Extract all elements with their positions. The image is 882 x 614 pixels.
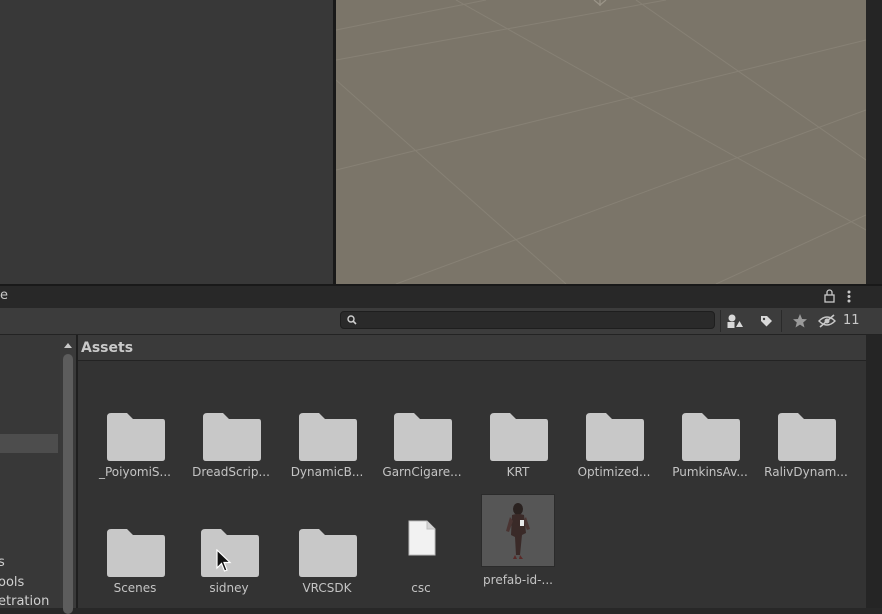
asset-label: PumkinsAv... bbox=[672, 465, 748, 479]
folder-icon bbox=[107, 529, 165, 577]
folder-tree-panel[interactable] bbox=[0, 335, 60, 608]
asset-folder[interactable]: PumkinsAv... bbox=[666, 389, 754, 489]
scene-view[interactable] bbox=[336, 0, 866, 284]
hidden-packages-count: 11 bbox=[843, 313, 860, 328]
favorites-button[interactable] bbox=[785, 310, 815, 332]
kebab-menu-icon[interactable] bbox=[842, 288, 856, 304]
folder-icon bbox=[586, 413, 644, 461]
filter-by-label-button[interactable] bbox=[751, 310, 781, 332]
folder-icon bbox=[299, 529, 357, 577]
breadcrumb-assets[interactable]: Assets bbox=[81, 340, 133, 356]
asset-label: sidney bbox=[209, 581, 249, 595]
file-icon bbox=[408, 520, 436, 556]
folder-icon bbox=[203, 413, 261, 461]
asset-folder[interactable]: GarnCigare... bbox=[378, 389, 466, 489]
tree-scrollbar-thumb[interactable] bbox=[63, 354, 73, 614]
asset-file[interactable]: csc bbox=[377, 505, 465, 605]
toolbar-separator bbox=[781, 310, 782, 332]
asset-label: VRCSDK bbox=[302, 581, 352, 595]
mouse-cursor-icon bbox=[216, 549, 232, 572]
search-icon bbox=[346, 314, 358, 326]
asset-label: GarnCigare... bbox=[382, 465, 462, 479]
filter-by-type-icon bbox=[727, 314, 743, 328]
asset-folder[interactable]: _PoiyomiS... bbox=[91, 389, 179, 489]
asset-folder[interactable]: DreadScrip... bbox=[187, 389, 275, 489]
project-tab-label[interactable]: e bbox=[0, 288, 8, 303]
asset-label: csc bbox=[411, 581, 431, 595]
window-edge bbox=[866, 335, 882, 608]
hidden-packages-button[interactable] bbox=[815, 310, 845, 332]
asset-label: RalivDynam... bbox=[764, 465, 848, 479]
folder-icon bbox=[490, 413, 548, 461]
asset-folder[interactable]: VRCSDK bbox=[283, 505, 371, 605]
avatar-model-icon bbox=[506, 503, 530, 559]
asset-folder[interactable]: DynamicB... bbox=[283, 389, 371, 489]
asset-folder[interactable]: Scenes bbox=[91, 505, 179, 605]
hierarchy-panel bbox=[0, 0, 333, 284]
asset-label: Optimized... bbox=[577, 465, 651, 479]
project-tab-bar bbox=[0, 286, 882, 308]
tree-item[interactable]: ools bbox=[0, 575, 24, 590]
tree-selected-row[interactable] bbox=[0, 434, 58, 453]
asset-folder[interactable]: KRT bbox=[474, 389, 562, 489]
window-edge bbox=[866, 0, 882, 284]
folder-icon bbox=[778, 413, 836, 461]
folder-icon bbox=[107, 413, 165, 461]
asset-label: _PoiyomiS... bbox=[98, 465, 171, 479]
star-icon bbox=[793, 314, 807, 328]
folder-icon bbox=[682, 413, 740, 461]
asset-folder[interactable]: RalivDynam... bbox=[762, 389, 850, 489]
asset-prefab[interactable]: prefab-id-... bbox=[474, 493, 562, 593]
lock-icon[interactable] bbox=[822, 288, 836, 304]
folder-icon bbox=[299, 413, 357, 461]
prefab-thumbnail bbox=[481, 494, 555, 567]
asset-label: DreadScrip... bbox=[192, 465, 270, 479]
assets-breadcrumb-bar bbox=[78, 335, 866, 361]
tree-item[interactable]: s bbox=[0, 555, 5, 570]
scroll-up-arrow-icon[interactable] bbox=[62, 339, 74, 349]
asset-label: KRT bbox=[506, 465, 530, 479]
asset-label: prefab-id-... bbox=[483, 573, 553, 587]
asset-folder[interactable]: Optimized... bbox=[570, 389, 658, 489]
eye-slash-icon bbox=[818, 314, 836, 328]
scene-grid bbox=[336, 0, 866, 284]
asset-label: DynamicB... bbox=[290, 465, 364, 479]
tag-icon bbox=[761, 316, 772, 327]
tree-item[interactable]: etration bbox=[0, 594, 49, 609]
filter-by-type-button[interactable] bbox=[721, 310, 751, 332]
search-input[interactable] bbox=[340, 311, 715, 329]
asset-label: Scenes bbox=[113, 581, 157, 595]
folder-icon bbox=[394, 413, 452, 461]
